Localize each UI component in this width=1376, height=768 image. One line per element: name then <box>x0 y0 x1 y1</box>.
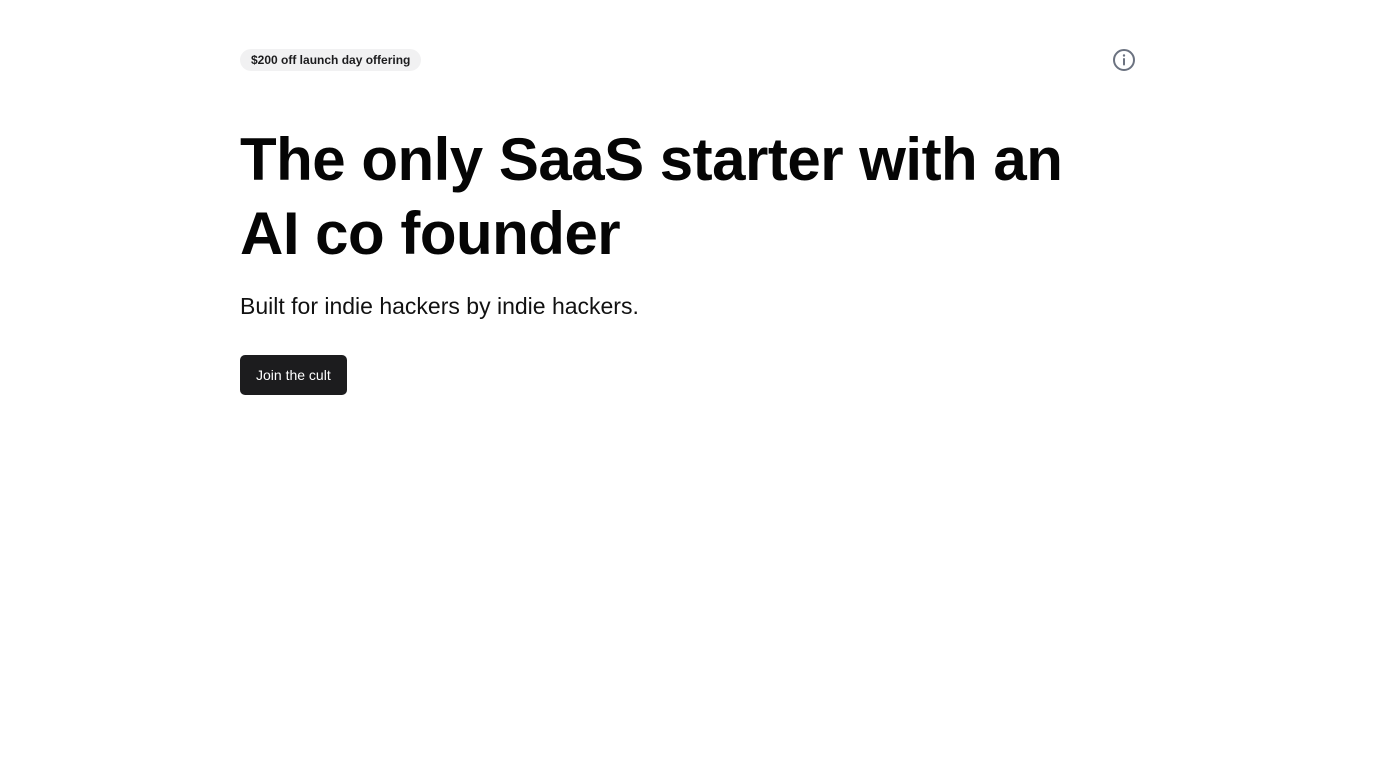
hero-section: The only SaaS starter with an AI co foun… <box>240 123 1136 395</box>
headline-line-2: AI co founder <box>240 200 621 267</box>
headline: The only SaaS starter with an AI co foun… <box>240 123 1140 271</box>
subheadline: Built for indie hackers by indie hackers… <box>240 293 639 319</box>
info-circle-icon <box>1113 49 1135 71</box>
info-button[interactable] <box>1112 48 1136 72</box>
top-bar: $200 off launch day offering <box>240 49 1136 71</box>
headline-line-1: The only SaaS starter with an <box>240 126 1063 193</box>
join-the-cult-button[interactable]: Join the cult <box>240 355 347 395</box>
main-container: $200 off launch day offering The only Sa… <box>240 49 1136 395</box>
landing-page: $200 off launch day offering The only Sa… <box>0 0 1376 768</box>
promo-badge: $200 off launch day offering <box>240 49 422 71</box>
